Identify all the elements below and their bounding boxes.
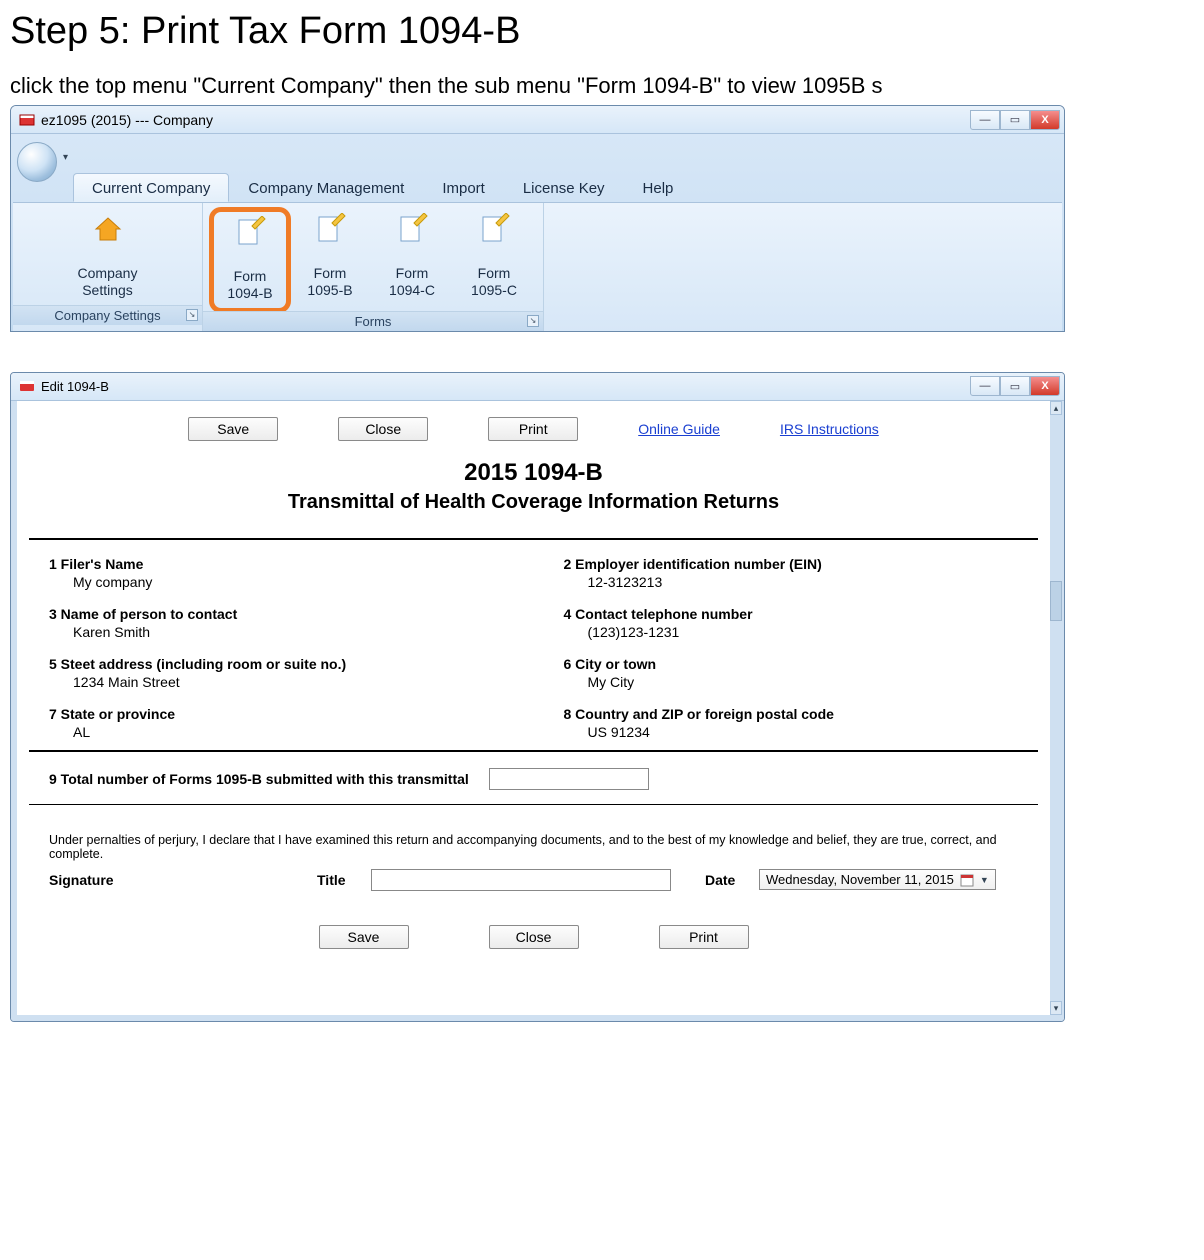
calendar-icon [960, 873, 974, 887]
maximize-button[interactable]: ▭ [1000, 110, 1030, 130]
group-launcher-icon[interactable]: ↘ [186, 309, 198, 321]
divider [29, 750, 1038, 752]
instruction-text: click the top menu "Current Company" the… [10, 73, 1194, 99]
tab-help[interactable]: Help [624, 173, 693, 202]
field-street-address: 5 Steet address (including room or suite… [49, 656, 504, 690]
scroll-thumb[interactable] [1050, 581, 1062, 621]
form-edit-icon [314, 213, 346, 245]
online-guide-link[interactable]: Online Guide [638, 421, 720, 437]
tab-current-company[interactable]: Current Company [73, 173, 229, 202]
date-value: Wednesday, November 11, 2015 [766, 872, 954, 887]
scroll-down-icon[interactable]: ▾ [1050, 1001, 1062, 1015]
group-label-forms: Forms ↘ [203, 311, 543, 331]
field-contact-name: 3 Name of person to contact Karen Smith [49, 606, 504, 640]
window-title: Edit 1094-B [41, 379, 109, 394]
perjury-statement: Under pernalties of perjury, I declare t… [29, 819, 1038, 869]
scroll-up-icon[interactable]: ▴ [1050, 401, 1062, 415]
minimize-button[interactable]: — [970, 110, 1000, 130]
titlebar: ez1095 (2015) --- Company — ▭ X [11, 106, 1064, 134]
group-label-company-settings: Company Settings ↘ [13, 305, 202, 325]
divider [29, 538, 1038, 540]
field-filers-name: 1 Filer's Name My company [49, 556, 504, 590]
date-label: Date [705, 872, 745, 888]
field-ein: 2 Employer identification number (EIN) 1… [564, 556, 1019, 590]
form-subtitle: Transmittal of Health Coverage Informati… [29, 491, 1038, 514]
page-heading: Step 5: Print Tax Form 1094-B [10, 10, 1194, 53]
print-button[interactable]: Print [488, 417, 578, 441]
signature-label: Signature [49, 872, 139, 888]
form-title: 2015 1094-B [29, 459, 1038, 487]
field-state: 7 State or province AL [49, 706, 504, 740]
irs-instructions-link[interactable]: IRS Instructions [780, 421, 879, 437]
form-edit-icon [478, 213, 510, 245]
home-icon [92, 213, 124, 245]
app-icon [19, 112, 35, 128]
app-icon [19, 378, 35, 394]
window-title: ez1095 (2015) --- Company [41, 112, 213, 128]
form-1095b-button[interactable]: Form 1095-B [289, 209, 371, 311]
total-1095b-input[interactable] [489, 768, 649, 790]
group-launcher-icon[interactable]: ↘ [527, 315, 539, 327]
form-1094c-button[interactable]: Form 1094-C [371, 209, 453, 311]
minimize-button[interactable]: — [970, 376, 1000, 396]
qat-customize-icon[interactable]: ▾ [63, 152, 68, 163]
close-button-form[interactable]: Close [338, 417, 428, 441]
tab-import[interactable]: Import [423, 173, 504, 202]
date-picker[interactable]: Wednesday, November 11, 2015 ▼ [759, 869, 996, 890]
chevron-down-icon: ▼ [980, 875, 989, 885]
titlebar: Edit 1094-B — ▭ X [11, 373, 1064, 401]
tab-company-management[interactable]: Company Management [229, 173, 423, 202]
close-button[interactable]: X [1030, 110, 1060, 130]
app-window-ez1095: ez1095 (2015) --- Company — ▭ X ▾ Curren… [10, 105, 1065, 332]
form-edit-icon [234, 216, 266, 248]
close-button[interactable]: X [1030, 376, 1060, 396]
title-input[interactable] [371, 869, 671, 891]
company-settings-button[interactable]: Company Settings [67, 209, 149, 305]
form-edit-icon [396, 213, 428, 245]
field-city: 6 City or town My City [564, 656, 1019, 690]
field-country-zip: 8 Country and ZIP or foreign postal code… [564, 706, 1019, 740]
title-label: Title [317, 872, 357, 888]
form-1095c-button[interactable]: Form 1095-C [453, 209, 535, 311]
divider [29, 804, 1038, 805]
app-orb-button[interactable] [17, 142, 57, 182]
tab-license-key[interactable]: License Key [504, 173, 624, 202]
app-window-edit-1094b: Edit 1094-B — ▭ X ▴ ▾ Save Close Print O… [10, 372, 1065, 1022]
print-button-bottom[interactable]: Print [659, 925, 749, 949]
field-contact-phone: 4 Contact telephone number (123)123-1231 [564, 606, 1019, 640]
form-1094b-button[interactable]: Form 1094-B [209, 207, 291, 313]
save-button[interactable]: Save [188, 417, 278, 441]
maximize-button[interactable]: ▭ [1000, 376, 1030, 396]
save-button-bottom[interactable]: Save [319, 925, 409, 949]
close-button-bottom[interactable]: Close [489, 925, 579, 949]
field-total-1095b-label: 9 Total number of Forms 1095-B submitted… [49, 771, 469, 787]
